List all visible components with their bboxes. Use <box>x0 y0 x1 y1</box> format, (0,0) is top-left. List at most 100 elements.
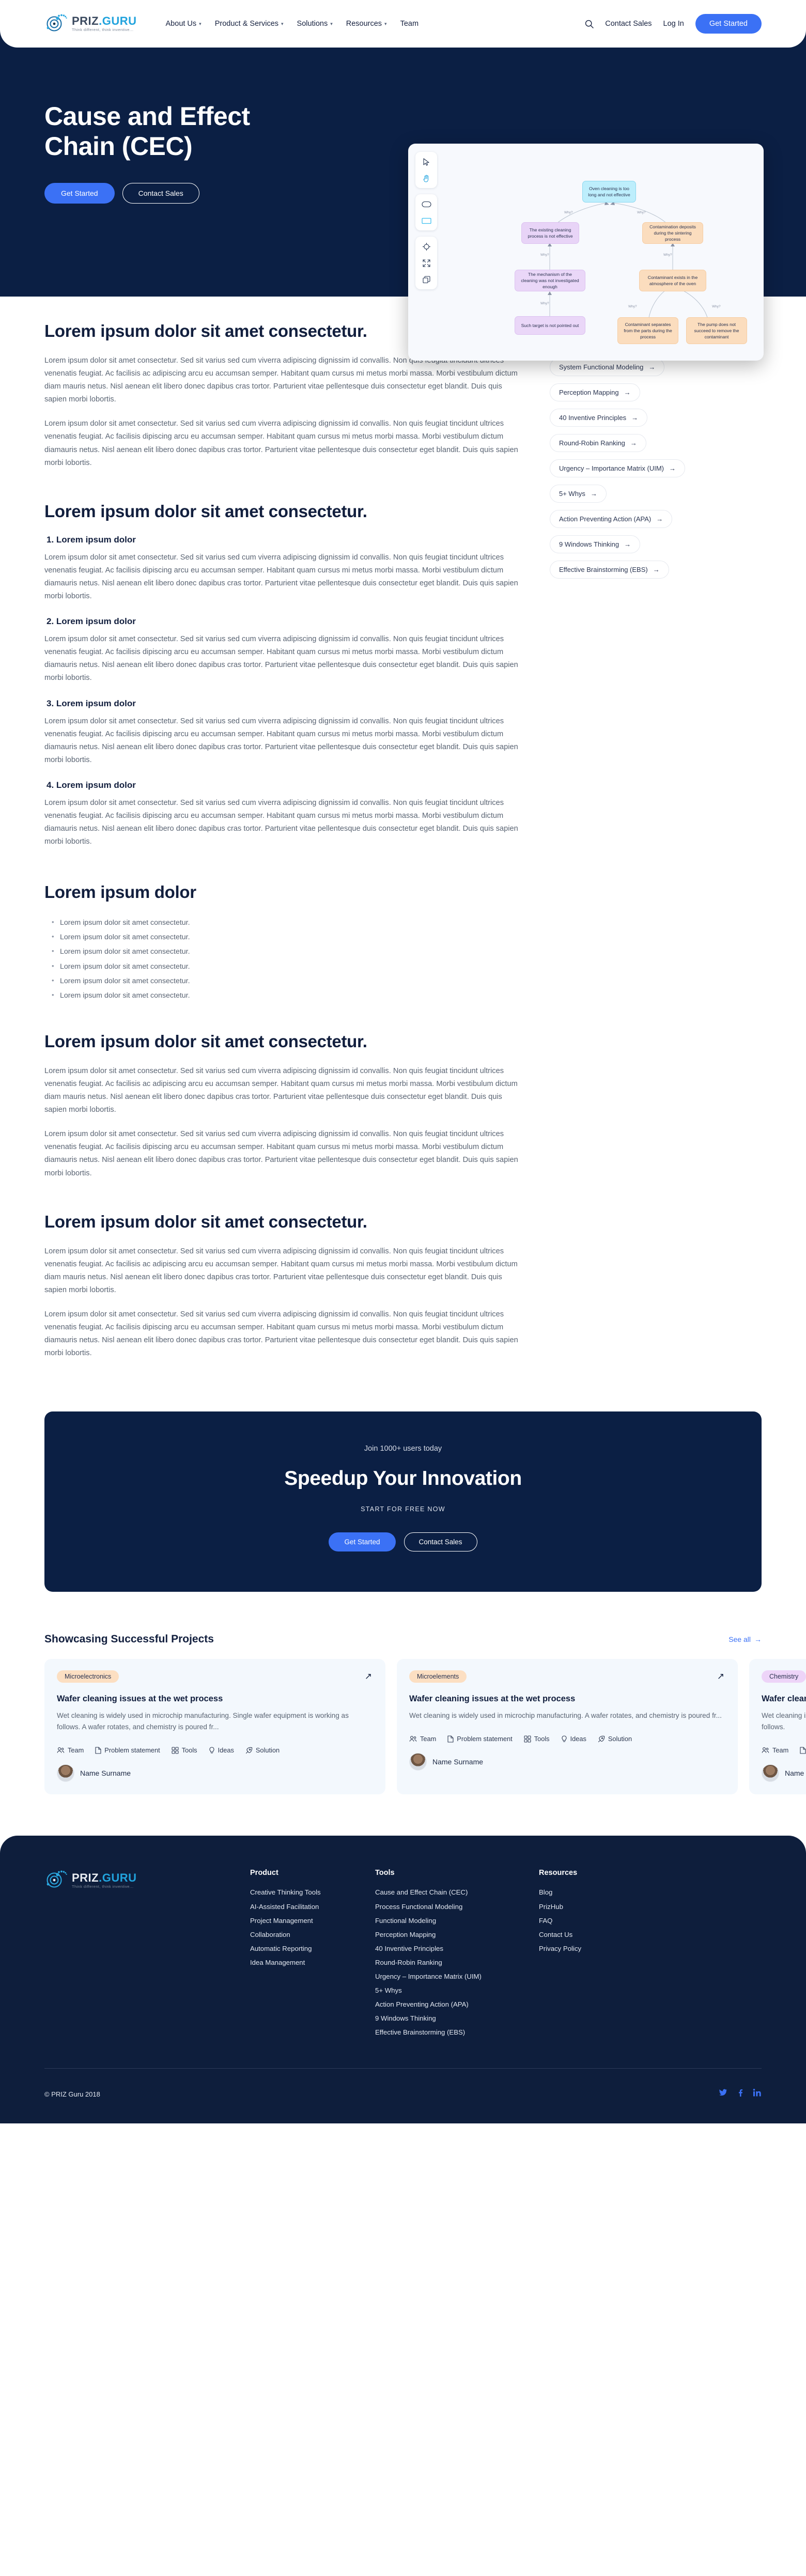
tool-pill[interactable]: System Functional Modeling → <box>550 358 665 376</box>
tool-pill[interactable]: Round-Robin Ranking → <box>550 434 646 452</box>
footer-link[interactable]: Collaboration <box>250 1928 328 1942</box>
footer-column-heading: Product <box>250 1869 278 1877</box>
rounded-rect-icon[interactable] <box>421 198 432 210</box>
footer-column-resources: Resources Blog PrizHub FAQ Contact Us Pr… <box>539 1869 616 2039</box>
diagram-node-p3[interactable]: Such target is not pointed out <box>515 316 585 335</box>
diagram-node-root[interactable]: Oven cleaning is too long and not effect… <box>582 181 636 203</box>
footer-link[interactable]: Action Preventing Action (APA) <box>375 1997 491 2011</box>
footer-link[interactable]: Effective Brainstorming (EBS) <box>375 2025 491 2039</box>
nav-item-product-services[interactable]: Product & Services ▾ <box>215 20 284 28</box>
rocket-icon <box>245 1747 253 1753</box>
site-logo[interactable]: PRIZ.GURU Think different, think inventi… <box>44 12 137 35</box>
see-all-label: See all <box>729 1635 751 1644</box>
footer-link[interactable]: Cause and Effect Chain (CEC) <box>375 1885 491 1899</box>
tool-pill[interactable]: 9 Windows Thinking → <box>550 535 641 553</box>
open-project-icon[interactable]: ↗ <box>717 1671 724 1682</box>
footer-link[interactable]: Urgency – Importance Matrix (UIM) <box>375 1969 491 1983</box>
footer-link[interactable]: Idea Management <box>250 1956 328 1969</box>
numbered-item: 1. Lorem ipsum dolor Lorem ipsum dolor s… <box>44 535 520 603</box>
footer-link[interactable]: 9 Windows Thinking <box>375 2011 491 2025</box>
cta-contact-sales-button[interactable]: Contact Sales <box>404 1532 477 1552</box>
diagram-node-o2[interactable]: Contaminant exists in the atmosphere of … <box>639 270 706 291</box>
footer-link[interactable]: Process Functional Modeling <box>375 1900 491 1914</box>
get-started-button[interactable]: Get Started <box>695 14 762 34</box>
tool-pill[interactable]: 40 Inventive Principles → <box>550 409 648 427</box>
hand-icon[interactable] <box>421 173 432 184</box>
diagram-node-p1[interactable]: The existing cleaning process is not eff… <box>521 222 579 244</box>
nav-item-solutions[interactable]: Solutions ▾ <box>297 20 333 28</box>
tool-pill[interactable]: Urgency – Importance Matrix (UIM) → <box>550 459 685 477</box>
diagram-node-o3[interactable]: Contaminant separates from the parts dur… <box>617 317 678 344</box>
tool-pill[interactable]: Effective Brainstorming (EBS) → <box>550 561 669 579</box>
status-badge: Microelements <box>409 1670 467 1683</box>
footer-logo-inner: PRIZ.GURU Think different, think inventi… <box>44 1869 241 1891</box>
cta-get-started-button[interactable]: Get Started <box>329 1532 396 1552</box>
diagram-canvas[interactable]: Oven cleaning is too long and not effect… <box>439 144 764 361</box>
tool-pill-label: System Functional Modeling <box>559 363 644 371</box>
footer-link[interactable]: AI-Assisted Facilitation <box>250 1900 328 1914</box>
toolbar-group-shapes <box>415 194 437 230</box>
footer-link[interactable]: Creative Thinking Tools <box>250 1885 328 1899</box>
sidebar-item-urgency-importance-matrix: Urgency – Importance Matrix (UIM) → <box>550 459 755 485</box>
twitter-icon[interactable] <box>719 2088 727 2100</box>
section-1-paragraph-2: Lorem ipsum dolor sit amet consectetur. … <box>44 420 518 467</box>
tool-pill[interactable]: Action Preventing Action (APA) → <box>550 510 673 528</box>
diagram-node-o4[interactable]: The pump does not succeed to remove the … <box>686 317 747 344</box>
sidebar-item-5-plus-whys: 5+ Whys → <box>550 485 755 510</box>
footer-link[interactable]: Blog <box>539 1885 616 1899</box>
meta-label: Ideas <box>218 1746 234 1755</box>
projects-carousel[interactable]: Microelectronics ↗ Wafer cleaning issues… <box>44 1659 806 1795</box>
arrow-right-icon: → <box>653 566 660 573</box>
diagram-node-o1[interactable]: Contamination deposits during the sinter… <box>642 222 703 244</box>
footer-bottom: © PRIZ Guru 2018 <box>44 2069 762 2123</box>
project-card[interactable]: Microelectronics ↗ Wafer cleaning issues… <box>44 1659 385 1795</box>
hero-get-started-button[interactable]: Get Started <box>44 183 115 204</box>
section-4-paragraph-2: Lorem ipsum dolor sit amet consectetur. … <box>44 1130 518 1177</box>
expand-icon[interactable] <box>421 257 432 269</box>
footer-link[interactable]: Functional Modeling <box>375 1914 491 1928</box>
footer-link[interactable]: Automatic Reporting <box>250 1942 328 1956</box>
section-3-title: Lorem ipsum dolor <box>44 882 196 902</box>
footer-link[interactable]: Round-Robin Ranking <box>375 1956 491 1969</box>
footer-link[interactable]: 40 Inventive Principles <box>375 1942 491 1956</box>
chevron-down-icon: ▾ <box>281 21 284 26</box>
contact-sales-link[interactable]: Contact Sales <box>605 20 652 28</box>
open-project-icon[interactable]: ↗ <box>365 1671 372 1682</box>
nav-item-about-us[interactable]: About Us ▾ <box>166 20 202 28</box>
see-all-link[interactable]: See all → <box>729 1635 762 1643</box>
document-icon <box>800 1747 806 1754</box>
footer-link[interactable]: PrizHub <box>539 1900 616 1914</box>
avatar <box>57 1764 74 1782</box>
nav-item-team[interactable]: Team <box>400 20 419 28</box>
diagram-node-p2[interactable]: The mechanism of the cleaning was not in… <box>515 270 585 291</box>
tool-pill-label: 5+ Whys <box>559 490 585 498</box>
cursor-icon[interactable] <box>421 156 432 167</box>
facebook-icon[interactable] <box>736 2088 745 2100</box>
footer-link[interactable]: FAQ <box>539 1914 616 1928</box>
copy-icon[interactable] <box>421 274 432 285</box>
log-in-link[interactable]: Log In <box>663 20 684 28</box>
tool-pill-label: Perception Mapping <box>559 389 619 396</box>
tool-pill[interactable]: 5+ Whys → <box>550 485 607 503</box>
hero-section: Cause and Effect Chain (CEC) Get Started… <box>0 48 806 361</box>
project-card[interactable]: Chemistry ↗ Wafer cleaning issues at the… <box>749 1659 806 1795</box>
project-card[interactable]: Microelements ↗ Wafer cleaning issues at… <box>397 1659 738 1795</box>
target-icon[interactable] <box>421 241 432 252</box>
footer-link[interactable]: Contact Us <box>539 1928 616 1942</box>
nav-item-resources[interactable]: Resources ▾ <box>346 20 387 28</box>
cta-actions: Get Started Contact Sales <box>65 1532 741 1552</box>
footer-link[interactable]: Project Management <box>250 1914 328 1928</box>
tool-pill[interactable]: Perception Mapping → <box>550 383 640 401</box>
footer-link[interactable]: 5+ Whys <box>375 1983 491 1997</box>
footer-link[interactable]: Privacy Policy <box>539 1942 616 1956</box>
footer-logo[interactable]: PRIZ.GURU Think different, think inventi… <box>44 1869 241 1891</box>
hero-contact-sales-button[interactable]: Contact Sales <box>122 183 199 204</box>
meta-tools: Tools <box>172 1746 197 1754</box>
projects-header: Showcasing Successful Projects See all → <box>44 1633 806 1646</box>
footer-link[interactable]: Perception Mapping <box>375 1928 491 1942</box>
arrow-right-icon: → <box>590 490 597 498</box>
rect-icon[interactable] <box>421 215 432 226</box>
search-icon[interactable] <box>585 20 594 28</box>
diagram-toolbar <box>415 152 437 289</box>
linkedin-icon[interactable] <box>753 2088 762 2100</box>
